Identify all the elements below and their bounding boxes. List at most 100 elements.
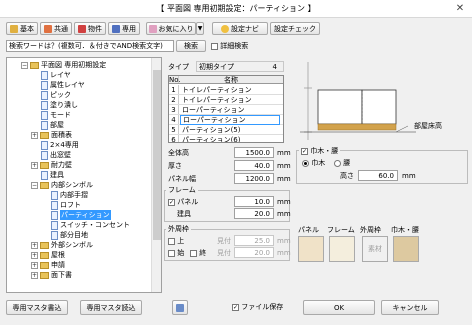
collapse-icon[interactable]: − [31,181,38,189]
expand-icon[interactable]: + [31,251,38,259]
tree-item-bay-wall[interactable]: 出窓壁 [41,150,71,160]
type-field[interactable]: 初期タイプ 4 [196,61,284,72]
document-icon [41,170,48,180]
camera-button[interactable] [172,300,188,315]
tree-item-label: ピック [50,91,71,99]
object-button[interactable]: 物件 [74,22,106,35]
frame-panel-input[interactable]: 10.0 [234,196,274,207]
frame-panel-checkbox[interactable]: ✓ パネル [168,197,198,207]
expand-icon[interactable]: + [31,161,38,169]
material-panel-label: パネル [298,226,319,234]
radio-waist-button[interactable] [334,159,341,167]
tree-item-attr-layer[interactable]: 属性レイヤ [41,80,85,90]
tree-item-face-draft[interactable]: + 面下書 [31,270,72,280]
expand-icon[interactable]: + [31,131,38,139]
tree-scrollbar[interactable] [151,58,161,292]
panel-width-input[interactable]: 1200.0 [234,173,274,184]
tree-item-bearing-wall[interactable]: + 耐力壁 [31,160,72,170]
row-no: 2 [169,95,179,104]
frame-fitting-input[interactable]: 20.0 [234,208,274,219]
outer-start-box[interactable] [168,249,175,257]
outer-top-input[interactable]: 25.0 [234,235,274,246]
tree-item-layer[interactable]: レイヤ [41,70,71,80]
table-row[interactable]: 5 パーティション(5) [169,125,283,135]
table-row-selected[interactable]: 4 ローパーティション [169,115,283,125]
lightbulb-icon [221,24,229,33]
baseboard-group-title[interactable]: ✓ 巾木・腰 [299,146,341,156]
baseboard-enable-checkbox[interactable]: ✓ [301,147,308,155]
detail-search-box[interactable] [211,42,218,50]
total-height-input[interactable]: 1500.0 [234,147,274,158]
preview-panel-left [317,89,363,125]
search-input[interactable]: 検索ワードは？(複数可．＆付きでAND検索文字) [6,40,174,52]
tree-item-room[interactable]: 部屋 [41,120,64,130]
tree-item-partial-joint[interactable]: 部分目地 [51,230,88,240]
collapse-icon[interactable]: − [21,61,28,69]
baseboard-height-input[interactable]: 60.0 [358,170,398,181]
expand-icon[interactable]: + [31,261,38,269]
tree-item-fill[interactable]: 塗り潰し [41,100,78,110]
tree-item-label: 面積表 [51,131,72,139]
file-save-box[interactable]: ✓ [232,303,239,311]
basic-button[interactable]: 基本 [6,22,38,35]
tree-item-root[interactable]: − 平面図 専用初期設定 [21,60,106,70]
thickness-input[interactable]: 40.0 [234,160,274,171]
close-icon[interactable]: ✕ [452,1,468,17]
cancel-label: キャンセル [392,303,428,312]
settings-tree[interactable]: − 平面図 専用初期設定 レイヤ 属性レイヤ ピック 塗り潰し モード 部屋 +… [6,57,162,293]
settings-navi-button[interactable]: 設定ナビ [212,22,268,35]
type-table[interactable]: No. 名称 1 トイレパーティション 2 トイレパーティション 3 ローパーテ… [168,75,284,143]
tree-item-exterior-symbols[interactable]: + 外部シンボル [31,240,93,250]
expand-icon[interactable]: + [31,271,38,279]
dedicated-button[interactable]: 専用 [108,22,140,35]
tree-item-label: 2×4専用 [50,141,79,149]
tree-item-area-table[interactable]: + 面積表 [31,130,72,140]
table-row[interactable]: 2 トイレパーティション [169,95,283,105]
tree-item-mode[interactable]: モード [41,110,71,120]
table-row[interactable]: 1 トイレパーティション [169,85,283,95]
material-outer-label: 外周枠 [360,226,381,234]
outer-top-checkbox[interactable]: 上 [168,236,184,246]
radio-baseboard[interactable]: 巾木 [302,158,325,168]
ok-button[interactable]: OK [303,300,375,315]
favorites-dropdown[interactable]: ▼ [196,22,204,35]
material-frame-swatch[interactable] [329,236,355,262]
outer-end-box[interactable] [190,249,197,257]
document-icon [41,140,48,150]
radio-waist[interactable]: 腰 [334,158,350,168]
tree-item-2x4[interactable]: 2×4専用 [41,140,79,150]
tree-scrollbar-thumb[interactable] [153,70,161,240]
tree-item-switch-outlet[interactable]: スイッチ・コンセント [51,220,130,230]
tree-item-fittings[interactable]: 建具 [41,170,64,180]
favorites-icon [148,24,157,33]
outer-start-checkbox[interactable]: 始 [168,248,184,258]
tree-item-partition[interactable]: パーティション [51,210,111,220]
detail-search-checkbox[interactable]: 詳細検索 [211,41,248,51]
tree-item-pick[interactable]: ピック [41,90,71,100]
tree-item-roof[interactable]: + 屋根 [31,250,65,260]
dedicated-master-write-button[interactable]: 専用マスタ書込 [6,300,68,315]
material-panel-swatch[interactable] [298,236,324,262]
material-baseboard-swatch[interactable] [393,236,419,262]
table-row[interactable]: 6 パーティション(6) [169,135,283,142]
tree-item-interior-handrail[interactable]: 内部手摺 [51,190,88,200]
table-row[interactable]: 3 ローパーティション [169,105,283,115]
common-button[interactable]: 共通 [40,22,72,35]
cancel-button[interactable]: キャンセル [381,300,439,315]
dedicated-master-read-button[interactable]: 専用マスタ読込 [80,300,142,315]
outer-side-input[interactable]: 20.0 [234,247,274,258]
tree-item-interior-symbols[interactable]: − 内部シンボル [31,180,93,190]
radio-baseboard-button[interactable] [302,159,309,167]
tree-item-application[interactable]: + 申請 [31,260,65,270]
settings-check-button[interactable]: 設定チェック [270,22,320,35]
favorites-button[interactable]: お気に入り [146,22,196,35]
panel-width-value: 1200.0 [245,175,271,183]
outer-end-checkbox[interactable]: 終 [190,248,206,258]
search-button[interactable]: 検索 [176,40,206,52]
outer-top-box[interactable] [168,237,175,245]
expand-icon[interactable]: + [31,241,38,249]
file-save-checkbox[interactable]: ✓ ファイル保存 [232,302,283,312]
material-outer-swatch[interactable]: 素材 [362,236,388,262]
tree-item-loft[interactable]: ロフト [51,200,81,210]
frame-panel-box[interactable]: ✓ [168,198,175,206]
